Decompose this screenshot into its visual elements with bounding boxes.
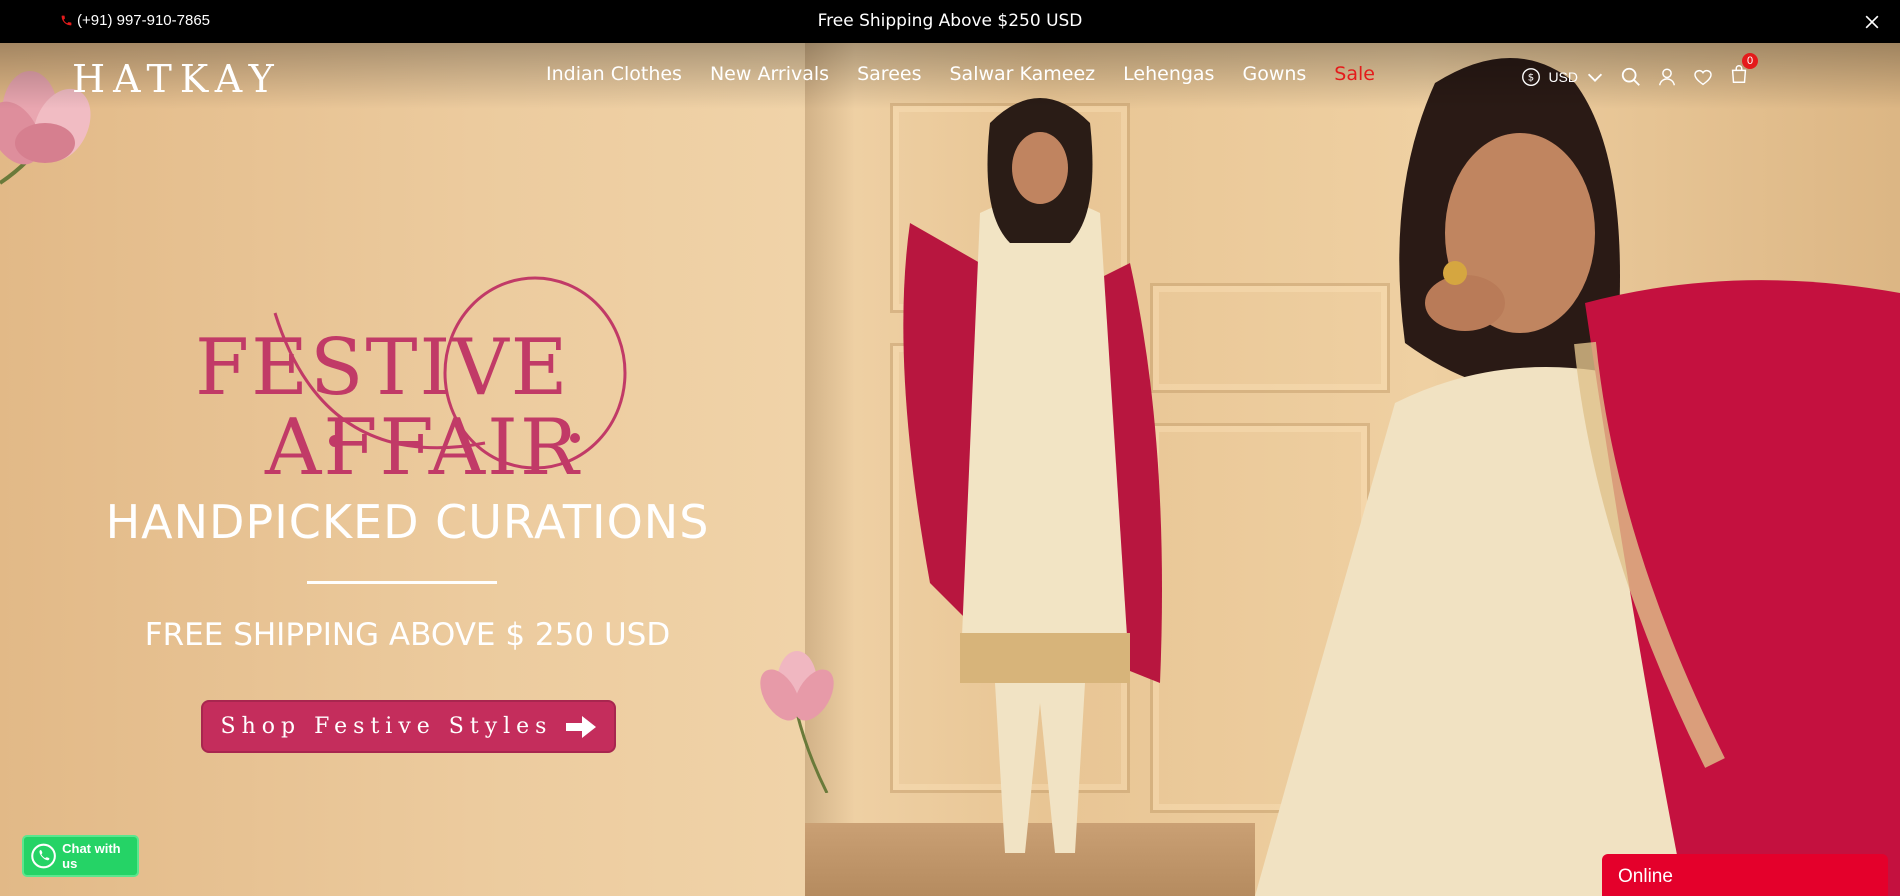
cta-label: Shop Festive Styles [220, 714, 553, 739]
currency-icon: $ [1522, 67, 1541, 86]
search-icon[interactable] [1620, 66, 1642, 88]
divider [307, 581, 497, 584]
headline-line-2: AFFAIR [265, 403, 581, 493]
main-nav: Indian Clothes New Arrivals Sarees Salwa… [546, 63, 1375, 85]
nav-lehengas[interactable]: Lehengas [1123, 63, 1214, 85]
site-header: HATKAY Indian Clothes New Arrivals Saree… [0, 43, 1900, 109]
festive-affair-headline: FESTIVE AFFAIR [185, 273, 645, 503]
site-logo[interactable]: HATKAY [72, 57, 282, 101]
whatsapp-label: Chat with us [62, 841, 121, 871]
shop-festive-styles-button[interactable]: Shop Festive Styles [201, 700, 616, 753]
header-actions: $ USD 0 [1520, 53, 1758, 90]
account-icon[interactable] [1656, 66, 1678, 88]
standing-model-image [903, 98, 1162, 853]
wishlist-icon[interactable] [1692, 66, 1714, 88]
whatsapp-chat-button[interactable]: Chat with us [22, 835, 139, 877]
nav-salwar-kameez[interactable]: Salwar Kameez [949, 63, 1095, 85]
arrow-right-icon [566, 715, 597, 738]
whatsapp-icon [31, 843, 56, 869]
handpicked-subheading: HANDPICKED CURATIONS [105, 495, 710, 549]
lotus-flower-image [760, 651, 834, 793]
cart-count-badge: 0 [1742, 53, 1758, 69]
close-icon[interactable] [1862, 12, 1882, 32]
nav-sarees[interactable]: Sarees [857, 63, 921, 85]
cart-button[interactable]: 0 [1728, 53, 1758, 90]
svg-text:$: $ [1528, 72, 1534, 83]
shipping-banner-text: FREE SHIPPING ABOVE $ 250 USD [144, 617, 671, 653]
hero-banner[interactable]: FESTIVE AFFAIR HANDPICKED CURATIONS FREE… [0, 43, 1900, 896]
nav-new-arrivals[interactable]: New Arrivals [710, 63, 829, 85]
nav-indian-clothes[interactable]: Indian Clothes [546, 63, 682, 85]
currency-selector[interactable]: $ USD [1520, 66, 1606, 88]
nav-sale[interactable]: Sale [1334, 63, 1375, 85]
chevron-down-icon [1587, 73, 1603, 82]
nav-gowns[interactable]: Gowns [1242, 63, 1306, 85]
announcement-bar: (+91) 997-910-7865 Free Shipping Above $… [0, 0, 1900, 43]
shipping-promo: Free Shipping Above $250 USD [817, 11, 1083, 31]
live-chat-tab[interactable]: Online [1602, 854, 1888, 896]
headline-line-1: FESTIVE [195, 323, 570, 413]
seated-model-image [1255, 58, 1900, 896]
currency-label: USD [1548, 68, 1578, 85]
